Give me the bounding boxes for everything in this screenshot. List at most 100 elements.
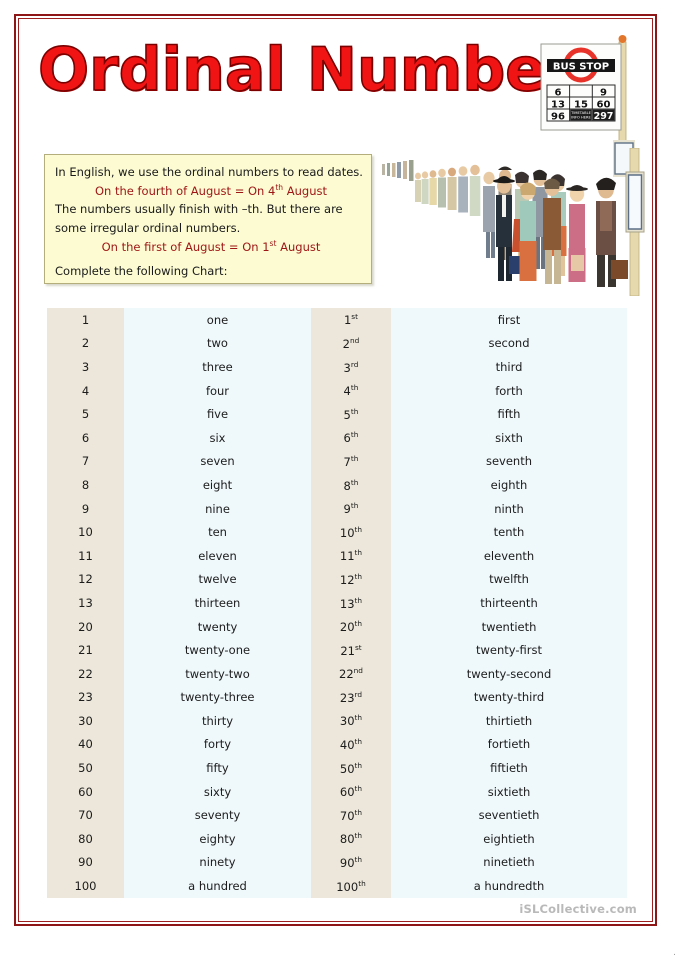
svg-text:13: 13	[551, 100, 565, 111]
instructions-box: In English, we use the ordinal numbers t…	[44, 154, 372, 284]
cell-ordinal-word: sixtieth	[391, 779, 627, 804]
cell-ordinal-figure: 5th	[311, 402, 391, 426]
worksheet-page: Ordinal Numbers BUS STOP 6 9 13 15 60 96	[14, 14, 657, 926]
cell-ordinal-word: third	[391, 355, 627, 379]
instruction-example-1-post: August	[283, 183, 327, 198]
corner-mark: .	[673, 948, 676, 958]
cell-number: 8	[47, 473, 124, 497]
cell-ordinal-figure: 70th	[311, 803, 391, 828]
cell-ordinal-figure: 60th	[311, 779, 391, 804]
cell-cardinal-word: seven	[124, 449, 311, 474]
cell-number: 1	[47, 308, 124, 332]
cell-ordinal-figure: 13th	[311, 591, 391, 615]
cell-cardinal-word: twenty-two	[124, 661, 311, 686]
cell-ordinal-word: sixth	[391, 425, 627, 450]
svg-text:15: 15	[574, 100, 588, 111]
ordinal-suffix: th	[358, 878, 366, 888]
ordinal-suffix: rd	[354, 689, 363, 699]
cell-number: 12	[47, 567, 124, 592]
cell-cardinal-word: four	[124, 378, 311, 403]
ordinal-suffix: th	[354, 807, 363, 817]
ordinal-figure: 100	[336, 879, 359, 894]
table-row: 13 thirteen 13th thirteenth	[47, 591, 627, 615]
cell-ordinal-figure: 10th	[311, 520, 391, 544]
cell-number: 21	[47, 638, 124, 662]
cell-cardinal-word: one	[124, 308, 311, 332]
cell-number: 10	[47, 520, 124, 544]
table-row: 9 nine 9th ninth	[47, 496, 627, 521]
cell-ordinal-word: twelfth	[391, 567, 627, 592]
table-row: 21 twenty-one 21st twenty-first	[47, 638, 627, 662]
ordinal-figure: 13	[339, 596, 355, 611]
instruction-line-3: some irregular ordinal numbers.	[55, 220, 241, 235]
cell-cardinal-word: two	[124, 331, 311, 356]
svg-text:96: 96	[551, 112, 565, 123]
cell-number: 70	[47, 803, 124, 828]
ordinal-figure: 22	[339, 667, 354, 682]
instruction-line-1: In English, we use the ordinal numbers t…	[55, 165, 363, 179]
ordinal-suffix: th	[354, 571, 363, 581]
cell-ordinal-word: ninth	[391, 496, 627, 521]
ordinal-figure: 80	[339, 832, 355, 847]
instruction-example-1-pre: On the fourth of August = On 4	[94, 183, 276, 198]
ordinal-suffix: th	[354, 524, 363, 534]
svg-text:6: 6	[555, 88, 562, 99]
cell-ordinal-word: eightieth	[391, 827, 627, 851]
cell-ordinal-word: a hundredth	[391, 874, 627, 898]
cell-cardinal-word: three	[124, 355, 311, 379]
table-row: 5 five 5th fifth	[47, 402, 627, 426]
svg-text:297: 297	[594, 111, 614, 122]
cell-number: 20	[47, 614, 124, 639]
ordinal-figure: 11	[339, 549, 355, 564]
cell-cardinal-word: forty	[124, 732, 311, 757]
cell-ordinal-word: eleventh	[391, 543, 627, 568]
cell-ordinal-figure: 22nd	[311, 661, 391, 686]
bus-stop-label: BUS STOP	[553, 62, 609, 73]
ordinal-suffix: nd	[353, 666, 363, 676]
cell-ordinal-word: thirteenth	[391, 591, 627, 615]
ordinal-figure: 9	[343, 501, 351, 516]
cell-cardinal-word: fifty	[124, 756, 311, 780]
cell-ordinal-figure: 20th	[311, 614, 391, 639]
ordinal-suffix: th	[350, 477, 359, 487]
instruction-line-2: The numbers usually finish with –th. But…	[55, 202, 343, 217]
cell-number: 7	[47, 449, 124, 474]
ordinal-suffix: th	[354, 784, 363, 794]
cell-ordinal-word: twenty-second	[391, 661, 627, 686]
table-row: 23 twenty-three 23rd twenty-third	[47, 685, 627, 710]
ordinal-figure: 23	[339, 690, 355, 705]
cell-cardinal-word: twenty-three	[124, 685, 311, 710]
cell-number: 2	[47, 331, 124, 356]
cell-cardinal-word: twenty	[124, 614, 311, 639]
cell-ordinal-figure: 7th	[311, 449, 391, 474]
cell-ordinal-word: thirtieth	[391, 709, 627, 733]
chart-body: 1 one 1st first 2 two 2nd second 3 three 3rd third 4…	[47, 308, 627, 898]
cell-cardinal-word: eight	[124, 473, 311, 497]
cell-ordinal-figure: 4th	[311, 378, 391, 403]
cell-ordinal-word: seventh	[391, 449, 627, 474]
page-title: Ordinal Numbers	[37, 35, 612, 105]
table-row: 6 six 6th sixth	[47, 425, 627, 450]
table-row: 70 seventy 70th seventieth	[47, 803, 627, 828]
ordinal-suffix: th	[354, 713, 363, 723]
table-row: 2 two 2nd second	[47, 331, 627, 356]
cell-number: 30	[47, 709, 124, 733]
cell-ordinal-figure: 50th	[311, 756, 391, 780]
table-row: 22 twenty-two 22nd twenty-second	[47, 661, 627, 686]
cell-ordinal-figure: 8th	[311, 473, 391, 497]
table-row: 7 seven 7th seventh	[47, 449, 627, 474]
cell-cardinal-word: ten	[124, 520, 311, 544]
ordinal-suffix: th	[350, 501, 359, 511]
table-row: 50 fifty 50th fiftieth	[47, 756, 627, 780]
cell-ordinal-figure: 12th	[311, 567, 391, 592]
cell-cardinal-word: six	[124, 425, 311, 450]
table-row: 60 sixty 60th sixtieth	[47, 779, 627, 804]
ordinal-suffix: th	[354, 595, 363, 605]
cell-number: 100	[47, 874, 124, 898]
table-row: 10 ten 10th tenth	[47, 520, 627, 544]
cell-number: 5	[47, 402, 124, 426]
ordinal-figure: 4	[343, 383, 351, 398]
table-row: 20 twenty 20th twentieth	[47, 614, 627, 639]
ordinal-suffix: nd	[349, 335, 360, 345]
ordinal-figure: 8	[343, 478, 351, 493]
